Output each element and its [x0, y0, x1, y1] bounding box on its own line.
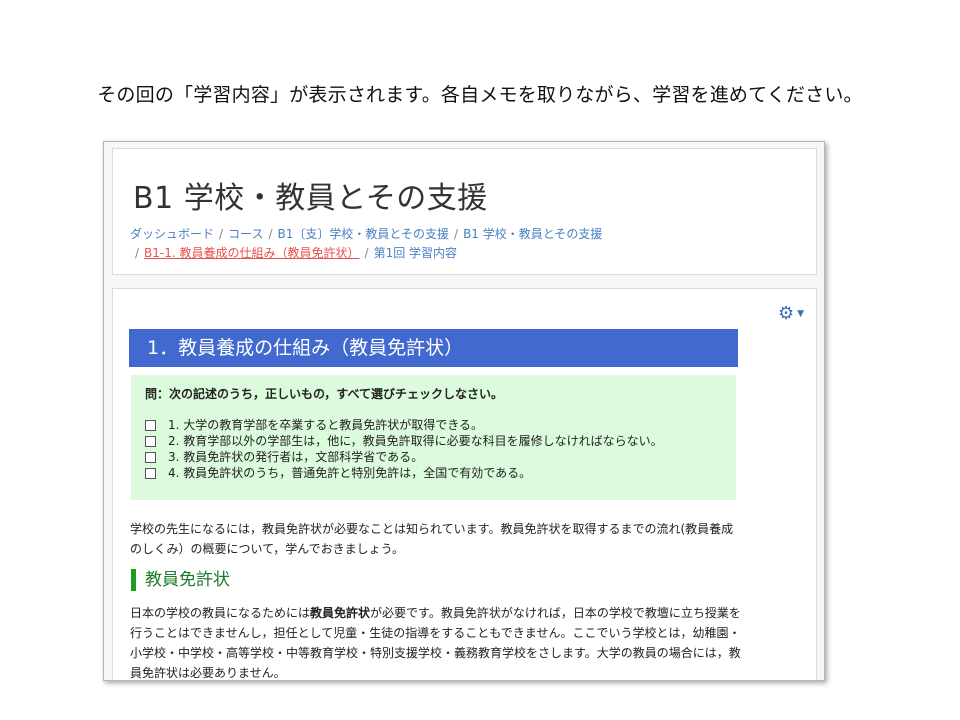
checkbox[interactable] — [145, 467, 156, 479]
quiz-option: 1. 大学の教育学部を卒業すると教員免許状が取得できる。 — [145, 417, 722, 433]
quiz-option: 2. 教育学部以外の学部生は，他に，教員免許取得に必要な科目を履修しなければなら… — [145, 433, 722, 449]
breadcrumb-separator: / — [268, 227, 273, 241]
checkbox[interactable] — [145, 419, 156, 431]
quiz-box: 問：次の記述のうち，正しいもの，すべて選びチェックしなさい。 1. 大学の教育学… — [131, 375, 736, 500]
breadcrumb-courses[interactable]: コース — [228, 227, 263, 241]
quiz-option-label: 3. 教員免許状の発行者は，文部科学省である。 — [168, 450, 424, 464]
quiz-option-label: 4. 教員免許状のうち，普通免許と特別免許は，全国で有効である。 — [168, 466, 532, 480]
breadcrumb: ダッシュボード / コース / B1〔支〕学校・教員とその支援 / B1 学校・教員とその支… — [130, 225, 810, 263]
breadcrumb-separator: / — [135, 246, 140, 260]
breadcrumb-separator: / — [454, 227, 459, 241]
quiz-option: 4. 教員免許状のうち，普通免許と特別免許は，全国で有効である。 — [145, 465, 722, 481]
breadcrumb-course-category[interactable]: B1〔支〕学校・教員とその支援 — [278, 227, 450, 241]
page-title: B1 学校・教員とその支援 — [133, 181, 488, 216]
quiz-option-label: 1. 大学の教育学部を卒業すると教員免許状が取得できる。 — [168, 418, 484, 432]
caret-down-icon: ▼ — [797, 309, 804, 319]
intro-paragraph: 学校の先生になるには，教員免許状が必要なことは知られています。教員免許状を取得す… — [130, 522, 734, 556]
section-title: 1．教員養成の仕組み（教員免許状） — [129, 329, 738, 367]
content-card: ⚙ ▼ 1．教員養成の仕組み（教員免許状） 問：次の記述のうち，正しいもの，すべて… — [112, 288, 817, 680]
checkbox[interactable] — [145, 435, 156, 447]
quiz-option: 3. 教員免許状の発行者は，文部科学省である。 — [145, 449, 722, 465]
breadcrumb-current: 第1回 学習内容 — [373, 246, 458, 260]
breadcrumb-separator: / — [219, 227, 224, 241]
page-header: B1 学校・教員とその支援 ダッシュボード / コース / B1〔支〕学校・教員とその支… — [112, 148, 817, 275]
body-text-start: 日本の学校の教員になるためには — [130, 606, 311, 620]
gear-icon: ⚙ — [777, 303, 795, 324]
breadcrumb-course[interactable]: B1 学校・教員とその支援 — [463, 227, 602, 241]
lms-screenshot: B1 学校・教員とその支援 ダッシュボード / コース / B1〔支〕学校・教員とその支… — [103, 141, 825, 681]
settings-menu-button[interactable]: ⚙ ▼ — [778, 303, 804, 324]
quiz-question: 問：次の記述のうち，正しいもの，すべて選びチェックしなさい。 — [145, 387, 503, 401]
instruction-caption: その回の「学習内容」が表示されます。各自メモを取りながら、学習を進めてください。 — [97, 84, 863, 106]
checkbox[interactable] — [145, 451, 156, 463]
quiz-option-label: 2. 教育学部以外の学部生は，他に，教員免許取得に必要な科目を履修しなければなら… — [168, 434, 663, 448]
body-text-bold: 教員免許状 — [310, 606, 371, 620]
breadcrumb-dashboard[interactable]: ダッシュボード — [130, 227, 214, 241]
subheading: 教員免許状 — [131, 569, 230, 591]
breadcrumb-section[interactable]: B1-1. 教員養成の仕組み（教員免許状） — [144, 246, 359, 260]
body-paragraph: 日本の学校の教員になるためには教員免許状が必要です。教員免許状がなければ，日本の… — [130, 603, 742, 680]
breadcrumb-separator: / — [364, 246, 369, 260]
